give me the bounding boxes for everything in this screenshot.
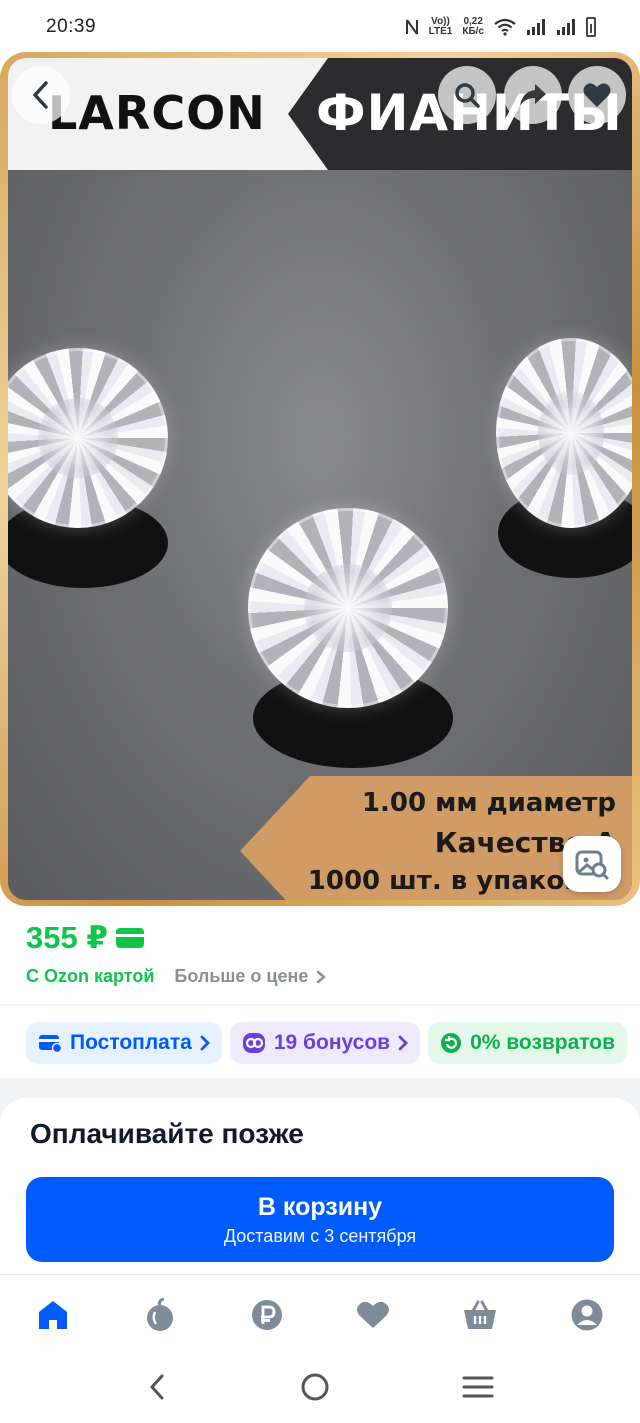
- system-navigation-bar: [0, 1355, 640, 1423]
- add-to-cart-button[interactable]: В корзину Доставим с 3 сентября: [26, 1177, 614, 1262]
- gem-center: [248, 508, 448, 708]
- signal-icon-1: [527, 19, 545, 35]
- image-search-button[interactable]: [563, 836, 621, 892]
- system-home-button[interactable]: [299, 1371, 331, 1408]
- brand-logo-text: LARCON: [48, 86, 266, 140]
- chevron-right-icon: [398, 1035, 409, 1051]
- benefit-chips: Постоплата 19 бонусов 0% возвратов: [26, 1022, 628, 1064]
- divider: [0, 1004, 640, 1006]
- price-value: 355 ₽: [26, 920, 108, 955]
- nfc-icon: [405, 19, 418, 35]
- battery-icon: [586, 17, 596, 37]
- search-icon: [455, 83, 480, 108]
- circle-home-icon: [301, 1373, 329, 1400]
- chip-returns[interactable]: 0% возвратов: [428, 1022, 628, 1064]
- chip-returns-label: 0% возвратов: [470, 1031, 616, 1054]
- chip-bonuses-label: 19 бонусов: [273, 1031, 391, 1054]
- cart-basket-icon: [463, 1300, 496, 1329]
- menu-lines-icon: [462, 1376, 494, 1397]
- heart-icon: [357, 1301, 390, 1328]
- signal-icon-2: [557, 19, 575, 35]
- system-back-button[interactable]: [146, 1372, 168, 1407]
- fresh-icon: [146, 1298, 173, 1331]
- product-image-gallery[interactable]: LARCON ФИАНИТЫ 1.00 мм диаметр Качество …: [0, 52, 640, 906]
- price-subline: С Ozon картой Больше о цене: [26, 966, 327, 987]
- share-arrow-icon: [520, 84, 546, 106]
- gem-left: [8, 348, 168, 528]
- chip-postpay-label: Постоплата: [70, 1031, 192, 1054]
- tab-cart[interactable]: [450, 1285, 510, 1345]
- tab-favorites[interactable]: [343, 1285, 403, 1345]
- bonus-coin-icon: [242, 1033, 265, 1053]
- network-speed: 0,22 КБ/с: [462, 16, 484, 37]
- chevron-right-icon: [317, 970, 327, 983]
- return-icon: [441, 1033, 462, 1053]
- volte-indicator: Vo)) LTE1: [428, 16, 453, 37]
- chevron-left-icon: [33, 81, 48, 109]
- more-about-price-link[interactable]: Больше о цене: [174, 966, 327, 987]
- search-button[interactable]: [438, 66, 496, 124]
- share-button[interactable]: [504, 66, 562, 124]
- home-icon: [39, 1301, 68, 1329]
- bottom-tab-bar: [0, 1275, 640, 1355]
- price-row: 355 ₽: [26, 920, 144, 956]
- tab-home[interactable]: [23, 1285, 83, 1345]
- status-time: 20:39: [46, 16, 97, 37]
- chip-postpay[interactable]: Постоплата: [26, 1022, 222, 1064]
- system-recents-button[interactable]: [462, 1374, 494, 1405]
- spec-diameter: 1.00 мм диаметр: [361, 788, 616, 818]
- image-search-icon: [575, 850, 609, 880]
- gem-right: [496, 338, 632, 528]
- chevron-right-icon: [200, 1035, 210, 1051]
- postpay-card-icon: [39, 1035, 62, 1053]
- wifi-icon: [494, 18, 516, 36]
- product-image: LARCON ФИАНИТЫ: [8, 58, 632, 900]
- ozon-card-label: С Ozon картой: [26, 966, 155, 986]
- add-to-cart-label: В корзину: [257, 1192, 383, 1221]
- chip-bonuses[interactable]: 19 бонусов: [229, 1022, 421, 1064]
- profile-icon: [571, 1299, 603, 1331]
- ruble-icon: [251, 1300, 282, 1330]
- status-icons: Vo)) LTE1 0,22 КБ/с: [405, 17, 596, 37]
- back-button[interactable]: [12, 66, 70, 124]
- favorite-button[interactable]: [568, 66, 626, 124]
- pay-later-title: Оплачивайте позже: [30, 1118, 304, 1149]
- status-bar: 20:39 Vo)) LTE1 0,22 КБ/с: [0, 0, 640, 54]
- ozon-card-icon: [115, 928, 144, 948]
- tab-profile[interactable]: [557, 1285, 617, 1345]
- delivery-date-label: Доставим с 3 сентября: [223, 1225, 417, 1246]
- heart-icon: [583, 83, 611, 107]
- tab-fresh[interactable]: [130, 1285, 190, 1345]
- tab-finance[interactable]: [237, 1285, 297, 1345]
- chevron-left-icon: [149, 1374, 164, 1399]
- more-about-price-label: Больше о цене: [174, 966, 309, 986]
